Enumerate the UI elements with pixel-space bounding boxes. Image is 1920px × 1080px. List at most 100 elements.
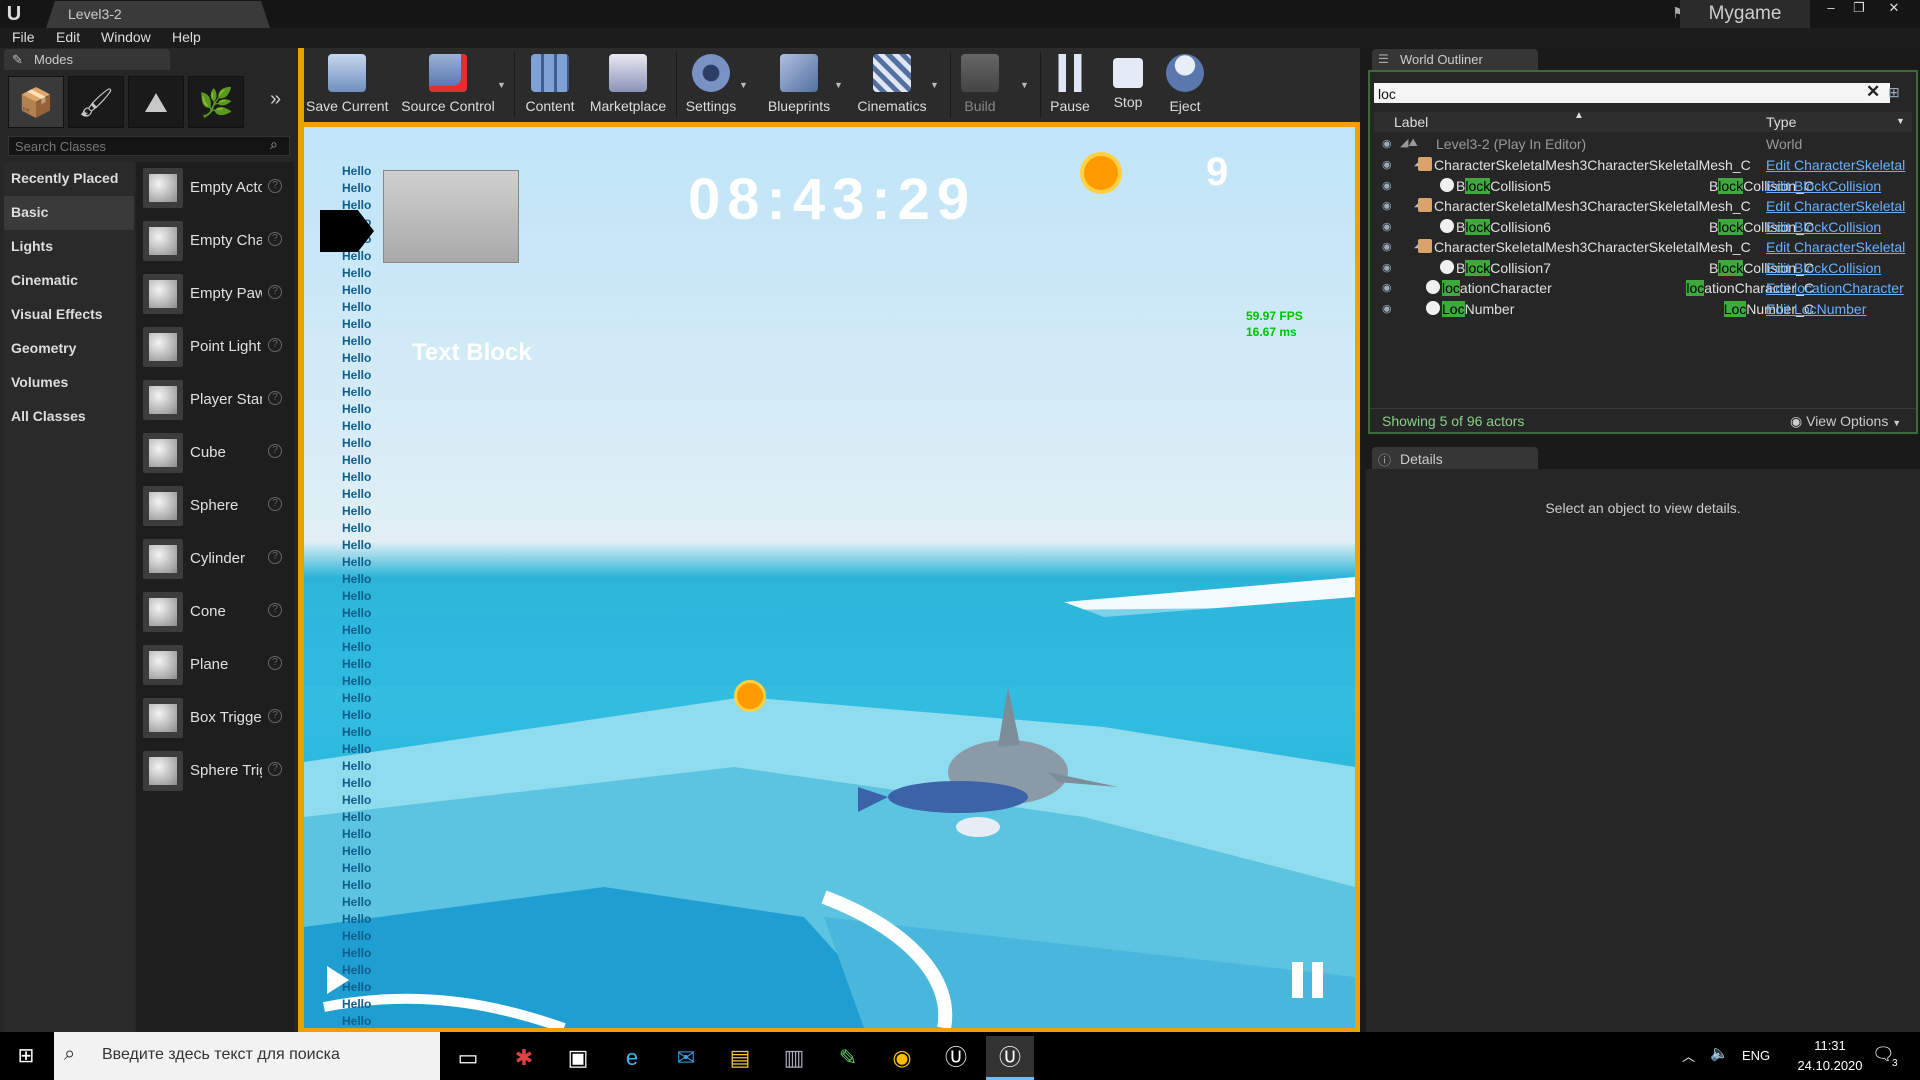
eject-button[interactable]: Eject [1164,50,1206,120]
modes-tab[interactable]: Modes [4,49,170,70]
level-tab[interactable]: Level3-2 [46,1,270,28]
mail-icon[interactable]: ✉ [662,1036,710,1080]
edit-blueprint-link[interactable]: Edit CharacterSkeletal [1766,157,1912,173]
visibility-eye-icon[interactable]: ◉ [1382,302,1392,315]
outliner-row[interactable]: ◉◢CharacterSkeletalMesh3CharacterSkeleta… [1374,196,1912,216]
world-outliner-tab[interactable]: World Outliner [1372,49,1538,70]
visibility-eye-icon[interactable]: ◉ [1382,281,1392,294]
edge-browser-icon[interactable]: e [608,1036,656,1080]
chrome-icon[interactable]: ◉ [878,1036,926,1080]
terminal-icon[interactable]: ▣ [554,1036,602,1080]
landscape-mode-icon[interactable]: ⛰ [128,76,184,128]
unreal-engine-icon[interactable]: Ⓤ [932,1036,980,1080]
placeable-sphere[interactable]: Sphere? [140,482,290,532]
edit-blueprint-link[interactable]: Edit BlockCollision [1766,260,1912,276]
category-volumes[interactable]: Volumes [4,366,134,400]
placeable-cone[interactable]: Cone? [140,588,290,638]
outliner-row[interactable]: ◉ locationCharacter locationCharacter_C Edi… [1374,278,1912,298]
outliner-search-input[interactable] [1374,83,1890,103]
help-icon[interactable]: ? [268,709,282,723]
placeable-empty-character[interactable]: Empty Character? [140,217,290,267]
category-geometry[interactable]: Geometry [4,332,134,366]
placeable-player-start[interactable]: Player Start? [140,376,290,426]
visibility-eye-icon[interactable]: ◉ [1382,158,1392,171]
placeable-point-light[interactable]: Point Light? [140,323,290,373]
source-control-caret-icon[interactable]: ▼ [497,80,506,90]
source-control-button[interactable]: Source Control [398,50,498,120]
placeable-cube[interactable]: Cube? [140,429,290,479]
settings-caret-icon[interactable]: ▼ [739,80,748,90]
clear-search-icon[interactable]: ✕ [1866,82,1880,102]
cinematics-caret-icon[interactable]: ▼ [930,80,939,90]
menu-help[interactable]: Help [172,29,201,45]
content-button[interactable]: Content [522,50,578,120]
edit-blueprint-link[interactable]: Edit BlockCollision [1766,219,1912,235]
app-notes-icon[interactable]: ✎ [824,1036,872,1080]
help-icon[interactable]: ? [268,762,282,776]
help-icon[interactable]: ? [268,285,282,299]
sort-up-icon[interactable]: ▲ [1574,110,1584,121]
help-icon[interactable]: ? [268,179,282,193]
help-icon[interactable]: ? [268,444,282,458]
paint-mode-icon[interactable]: 🖌 [68,76,124,128]
save-current-button[interactable]: Save Current [306,50,388,120]
tray-chevron-icon[interactable]: ︿ [1682,1046,1695,1065]
visibility-eye-icon[interactable]: ◉ [1382,179,1392,192]
app-red-icon[interactable]: ✱ [500,1036,548,1080]
pause-icon[interactable] [1292,962,1324,998]
view-options-button[interactable]: ◉ View Options ▼ [1790,413,1901,430]
cinematics-button[interactable]: Cinematics [854,50,930,120]
stop-button[interactable]: Stop [1108,50,1148,120]
placeable-cylinder[interactable]: Cylinder? [140,535,290,585]
menu-edit[interactable]: Edit [56,29,80,45]
category-lights[interactable]: Lights [4,230,134,264]
details-tab[interactable]: Details [1372,447,1538,469]
outliner-row[interactable]: ◉◢CharacterSkeletalMesh3CharacterSkeleta… [1374,237,1912,257]
place-mode-icon[interactable]: 📦 [8,76,64,128]
help-icon[interactable]: ? [268,232,282,246]
placeable-plane[interactable]: Plane? [140,641,290,691]
visibility-eye-icon[interactable]: ◉ [1382,220,1392,233]
help-icon[interactable]: ? [268,550,282,564]
help-icon[interactable]: ? [268,338,282,352]
menu-window[interactable]: Window [101,29,151,45]
edit-blueprint-link[interactable]: Edit locationCharacter [1766,280,1912,296]
outliner-world-row[interactable]: ◉ ◢⛰ Level3-2 (Play In Editor) World [1374,134,1912,154]
file-explorer-icon[interactable]: ▤ [716,1036,764,1080]
placeable-empty-actor[interactable]: Empty Actor? [140,164,290,214]
pause-button[interactable]: Pause [1048,50,1092,120]
language-indicator[interactable]: ENG [1742,1048,1770,1063]
task-view-icon[interactable]: ▭ [444,1036,492,1080]
minimize-button[interactable]: – [1817,0,1845,18]
outliner-row[interactable]: ◉ LocNumber LocNumber_C Edit LocNumber [1374,299,1912,319]
search-classes-input[interactable]: Search Classes [8,136,290,156]
taskbar-search-input[interactable]: Введите здесь текст для поиска [54,1032,440,1080]
close-button[interactable]: ✕ [1880,0,1908,18]
help-icon[interactable]: ? [268,391,282,405]
unreal-engine-active-icon[interactable]: Ⓤ [986,1036,1034,1080]
app-folder-icon[interactable]: ▥ [770,1036,818,1080]
settings-button[interactable]: Settings [682,50,740,120]
play-icon[interactable] [327,966,349,994]
visibility-eye-icon[interactable]: ◉ [1382,240,1392,253]
help-icon[interactable]: ? [268,497,282,511]
foliage-mode-icon[interactable]: 🌿 [188,76,244,128]
build-button[interactable]: Build [958,50,1002,120]
visibility-eye-icon[interactable]: ◉ [1382,137,1392,150]
blueprints-caret-icon[interactable]: ▼ [834,80,843,90]
placeable-empty-pawn[interactable]: Empty Pawn? [140,270,290,320]
category-cinematic[interactable]: Cinematic [4,264,134,298]
restore-button[interactable]: ❐ [1845,0,1873,18]
category-recently-placed[interactable]: Recently Placed [4,162,134,196]
outliner-row[interactable]: ◉ BlockCollision5 BlockCollision_C Edit Blo… [1374,176,1912,196]
type-column-header[interactable]: Type [1766,114,1796,130]
type-column-caret-icon[interactable]: ▼ [1896,116,1905,126]
placeable-sphere-trigger[interactable]: Sphere Trigger? [140,747,290,797]
outliner-row[interactable]: ◉◢CharacterSkeletalMesh3CharacterSkeleta… [1374,155,1912,175]
category-all-classes[interactable]: All Classes [4,400,134,434]
edit-blueprint-link[interactable]: Edit CharacterSkeletal [1766,198,1912,214]
edit-blueprint-link[interactable]: Edit LocNumber [1766,301,1912,317]
visibility-eye-icon[interactable]: ◉ [1382,199,1392,212]
label-column-header[interactable]: Label [1394,114,1428,130]
marketplace-button[interactable]: Marketplace [586,50,670,120]
